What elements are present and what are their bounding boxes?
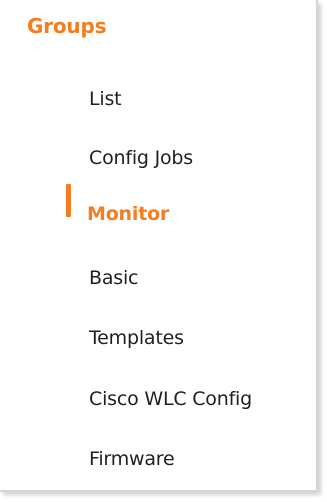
- nav-item-templates[interactable]: Templates: [89, 325, 184, 351]
- nav-item-basic[interactable]: Basic: [89, 265, 139, 291]
- nav-item-list[interactable]: List: [89, 86, 122, 112]
- active-item-indicator: [66, 184, 71, 217]
- nav-item-monitor[interactable]: Monitor: [87, 201, 169, 227]
- groups-nav-panel: Groups List Config Jobs Monitor Basic Te…: [0, 0, 318, 492]
- nav-item-firmware[interactable]: Firmware: [89, 446, 175, 472]
- groups-section-title[interactable]: Groups: [27, 13, 106, 39]
- nav-item-config-jobs[interactable]: Config Jobs: [89, 145, 193, 171]
- nav-item-cisco-wlc-config[interactable]: Cisco WLC Config: [89, 386, 252, 412]
